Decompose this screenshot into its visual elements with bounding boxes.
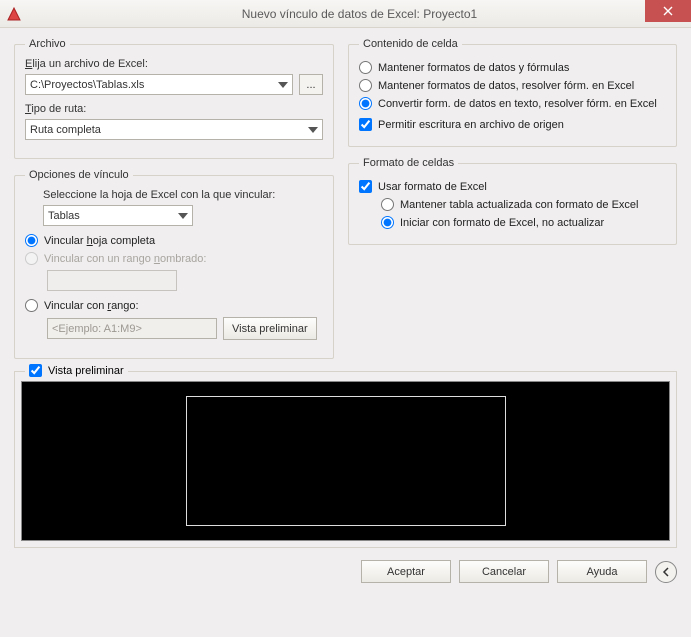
radio-mantener-formatos-input[interactable] xyxy=(359,61,372,74)
radio-vincular-rango-input[interactable] xyxy=(25,299,38,312)
radio-vincular-hoja-input[interactable] xyxy=(25,234,38,247)
legend-formato: Formato de celdas xyxy=(359,157,458,169)
collapse-arrow-button[interactable] xyxy=(655,561,677,583)
label-tipo-ruta: Tipo de ruta: xyxy=(25,103,323,115)
legend-archivo: Archivo xyxy=(25,38,70,50)
radio-mantener-formatos[interactable]: Mantener formatos de datos y fórmulas xyxy=(359,61,666,74)
radio-mantener-resolver[interactable]: Mantener formatos de datos, resolver fór… xyxy=(359,79,666,92)
group-preview: Vista preliminar xyxy=(14,371,677,548)
cancelar-button[interactable]: Cancelar xyxy=(459,560,549,583)
tipo-ruta-select[interactable]: Ruta completa xyxy=(25,119,323,140)
footer: Aceptar Cancelar Ayuda xyxy=(14,560,677,583)
radio-vincular-hoja[interactable]: Vincular hoja completa xyxy=(25,234,323,247)
legend-contenido: Contenido de celda xyxy=(359,38,462,50)
label-elija-archivo: Elija un archivo de Excel: xyxy=(25,58,323,70)
rango-nombrado-select xyxy=(47,270,177,291)
radio-convertir-input[interactable] xyxy=(359,97,372,110)
check-permitir-escritura[interactable]: Permitir escritura en archivo de origen xyxy=(359,118,666,131)
check-permitir-escritura-input[interactable] xyxy=(359,118,372,131)
group-contenido: Contenido de celda Mantener formatos de … xyxy=(348,38,677,147)
preview-inner-frame xyxy=(186,396,506,526)
hoja-select[interactable]: Tablas xyxy=(43,205,193,226)
check-vista-preliminar-input[interactable] xyxy=(29,364,42,377)
chevron-left-icon xyxy=(661,567,671,577)
radio-mantener-resolver-input[interactable] xyxy=(359,79,372,92)
vista-preliminar-button[interactable]: Vista preliminar xyxy=(223,317,317,340)
group-opciones: Opciones de vínculo Seleccione la hoja d… xyxy=(14,169,334,359)
group-archivo: Archivo Elija un archivo de Excel: C:\Pr… xyxy=(14,38,334,159)
group-formato: Formato de celdas Usar formato de Excel … xyxy=(348,157,677,245)
radio-rango-nombrado-input xyxy=(25,252,38,265)
radio-iniciar-formato-input[interactable] xyxy=(381,216,394,229)
radio-mantener-tabla[interactable]: Mantener tabla actualizada con formato d… xyxy=(381,198,666,211)
radio-convertir[interactable]: Convertir form. de datos en texto, resol… xyxy=(359,97,666,110)
label-seleccione-hoja: Seleccione la hoja de Excel con la que v… xyxy=(43,189,323,201)
close-icon xyxy=(663,6,673,16)
radio-vincular-rango[interactable]: Vincular con rango: xyxy=(25,299,323,312)
rango-input xyxy=(47,318,217,339)
check-vista-preliminar[interactable]: Vista preliminar xyxy=(25,364,128,377)
legend-opciones: Opciones de vínculo xyxy=(25,169,133,181)
radio-vincular-rango-nombrado: Vincular con un rango nombrado: xyxy=(25,252,323,265)
radio-iniciar-formato[interactable]: Iniciar con formato de Excel, no actuali… xyxy=(381,216,666,229)
check-usar-formato[interactable]: Usar formato de Excel xyxy=(359,180,666,193)
aceptar-button[interactable]: Aceptar xyxy=(361,560,451,583)
close-button[interactable] xyxy=(645,0,691,22)
browse-button[interactable]: ... xyxy=(299,74,323,95)
app-icon xyxy=(6,6,22,22)
file-path-select[interactable]: C:\Proyectos\Tablas.xls xyxy=(25,74,293,95)
titlebar: Nuevo vínculo de datos de Excel: Proyect… xyxy=(0,0,691,28)
window-title: Nuevo vínculo de datos de Excel: Proyect… xyxy=(28,7,691,21)
preview-canvas xyxy=(21,381,670,541)
ayuda-button[interactable]: Ayuda xyxy=(557,560,647,583)
radio-mantener-tabla-input[interactable] xyxy=(381,198,394,211)
check-usar-formato-input[interactable] xyxy=(359,180,372,193)
